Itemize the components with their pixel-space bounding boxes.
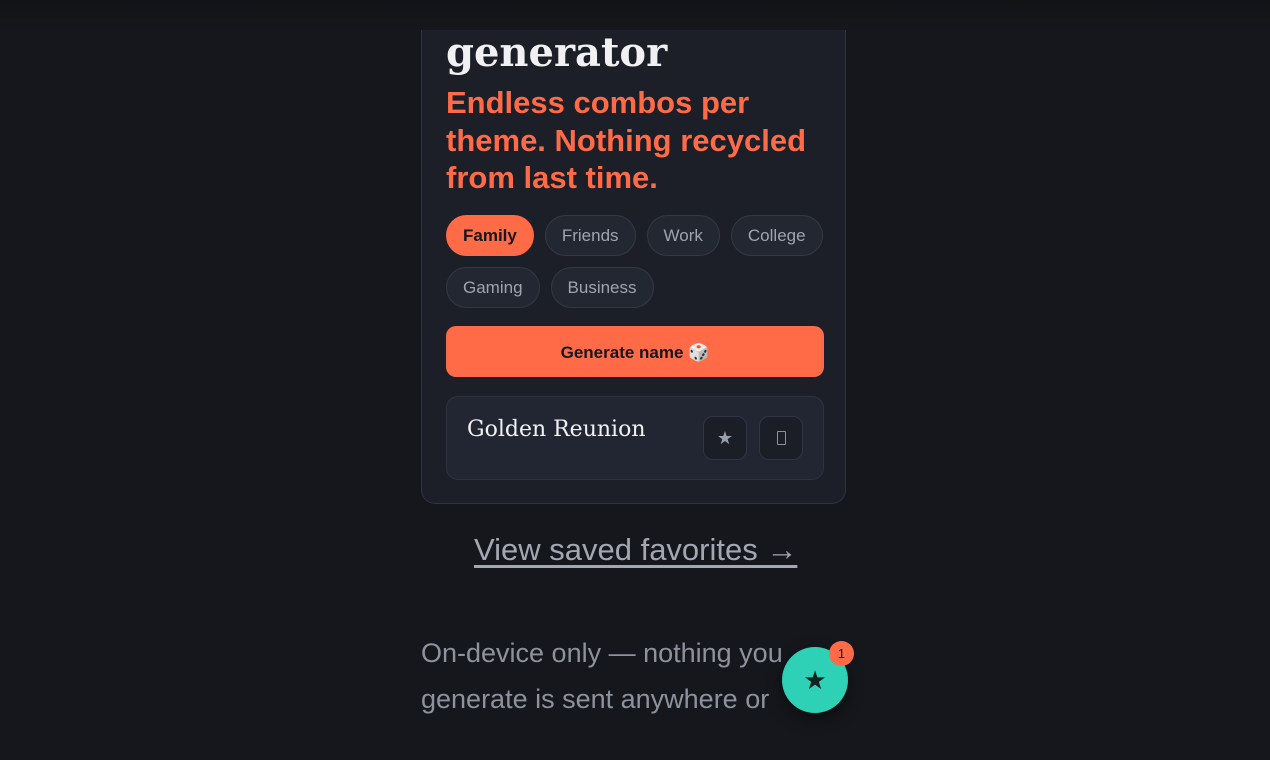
app-page: generator Endless combos per theme. Noth… xyxy=(0,0,1270,760)
chip-college[interactable]: College xyxy=(730,215,823,256)
favorites-count-badge: 1 xyxy=(829,641,854,666)
privacy-note: On-device only — nothing you generate is… xyxy=(421,638,783,714)
generated-name: Golden Reunion xyxy=(467,417,646,442)
generate-name-button[interactable]: Generate name 🎲 xyxy=(446,326,824,377)
chip-friends[interactable]: Friends xyxy=(544,215,636,256)
generator-card: generator Endless combos per theme. Noth… xyxy=(421,30,846,504)
page-title: generator xyxy=(446,29,668,76)
favorite-button[interactable]: ★ xyxy=(703,416,747,460)
scroll-edge xyxy=(0,0,1270,30)
copy-button[interactable] xyxy=(759,416,803,460)
chip-family[interactable]: Family xyxy=(446,215,534,256)
copy-icon xyxy=(776,430,786,445)
result-box: Golden Reunion ★ xyxy=(446,396,824,480)
chip-gaming[interactable]: Gaming xyxy=(446,267,540,308)
chip-business[interactable]: Business xyxy=(550,267,654,308)
star-icon: ★ xyxy=(803,665,827,695)
theme-chips: Family Friends Work College Gaming Busin… xyxy=(446,215,836,308)
chip-work[interactable]: Work xyxy=(646,215,720,256)
tagline: Endless combos per theme. Nothing recycl… xyxy=(446,85,807,195)
view-favorites-link[interactable]: View saved favorites → xyxy=(474,530,797,570)
star-icon: ★ xyxy=(716,428,734,448)
